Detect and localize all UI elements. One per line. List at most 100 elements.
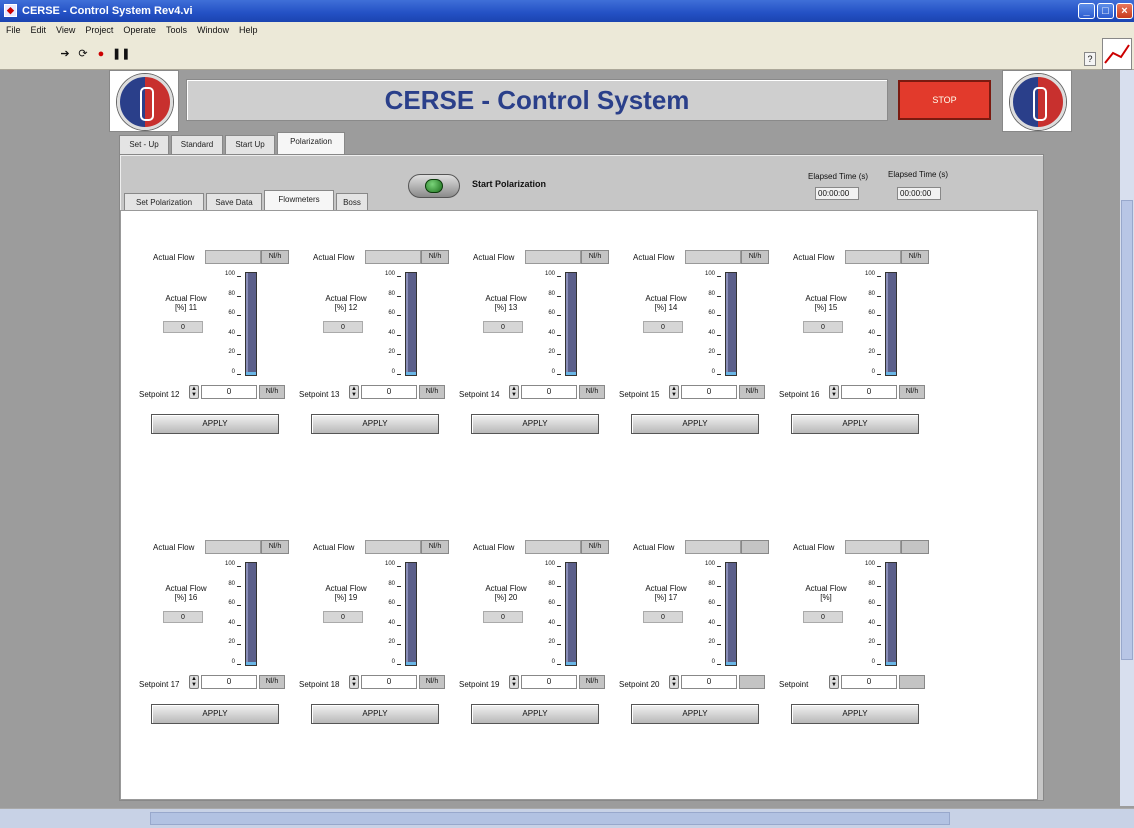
setpoint-input[interactable]: 0	[681, 675, 737, 689]
actual-flow-percent-value: 0	[163, 321, 203, 333]
apply-button[interactable]: APPLY	[791, 704, 919, 724]
actual-flow-percent-value: 0	[323, 321, 363, 333]
close-button[interactable]: ×	[1116, 3, 1133, 19]
menu-window[interactable]: Window	[197, 22, 229, 38]
setpoint-spinner[interactable]: ▲ ▼	[829, 385, 839, 399]
menu-file[interactable]: File	[6, 22, 21, 38]
actual-flow-percent-label: Actual Flow [%] 19	[325, 584, 367, 602]
setpoint-input[interactable]: 0	[201, 675, 257, 689]
scale-tick-label: 20	[859, 349, 881, 355]
flow-bar-fill	[886, 662, 896, 665]
setpoint-spinner[interactable]: ▲ ▼	[189, 385, 199, 399]
actual-flow-label: Actual Flow	[633, 543, 675, 552]
start-polarization-toggle[interactable]	[408, 174, 460, 198]
actual-flow-label: Actual Flow	[313, 253, 355, 262]
run-arrow-icon[interactable]: ➔	[58, 48, 72, 61]
actual-flow-percent-value: 0	[483, 321, 523, 333]
apply-button[interactable]: APPLY	[311, 704, 439, 724]
setpoint-spinner[interactable]: ▲ ▼	[829, 675, 839, 689]
maximize-button[interactable]: □	[1097, 3, 1114, 19]
actual-flow-percent-label: Actual Flow [%] 11	[165, 294, 207, 312]
tab-standard[interactable]: Standard	[171, 135, 223, 154]
flow-bar-fill	[726, 662, 736, 665]
setpoint-spinner[interactable]: ▲ ▼	[349, 385, 359, 399]
horizontal-scroll-thumb[interactable]	[150, 812, 950, 825]
menu-help[interactable]: Help	[239, 22, 258, 38]
actual-flow-display	[845, 250, 901, 264]
tab-polarization[interactable]: Polarization	[277, 132, 345, 154]
apply-button[interactable]: APPLY	[631, 704, 759, 724]
actual-flow-percent-label: Actual Flow [%] 13	[485, 294, 527, 312]
scale-tick-label: 80	[699, 581, 721, 587]
actual-flow-display	[205, 250, 261, 264]
scale-tick-label: 0	[379, 659, 401, 665]
setpoint-unit: Nl/h	[739, 385, 765, 399]
setpoint-spinner[interactable]: ▲ ▼	[669, 385, 679, 399]
actual-flow-percent-label: Actual Flow [%] 17	[645, 584, 687, 602]
apply-button[interactable]: APPLY	[631, 414, 759, 434]
menu-bar: File Edit View Project Operate Tools Win…	[0, 22, 1134, 38]
setpoint-input[interactable]: 0	[521, 675, 577, 689]
menu-edit[interactable]: Edit	[31, 22, 47, 38]
scale-tick-label: 60	[219, 600, 241, 606]
actual-flow-display	[525, 250, 581, 264]
scale-tick-label: 0	[699, 369, 721, 375]
apply-button[interactable]: APPLY	[471, 704, 599, 724]
scale-tick-label: 20	[379, 639, 401, 645]
scale-tick-label: 20	[699, 639, 721, 645]
vertical-scrollbar[interactable]	[1120, 70, 1134, 806]
tab-start-up[interactable]: Start Up	[225, 135, 275, 154]
toolbar: ➔ ⟳ ● ❚❚ ?	[0, 38, 1134, 70]
setpoint-input[interactable]: 0	[841, 385, 897, 399]
run-continuous-icon[interactable]: ⟳	[76, 48, 90, 61]
apply-button[interactable]: APPLY	[311, 414, 439, 434]
apply-button[interactable]: APPLY	[151, 704, 279, 724]
setpoint-unit	[899, 675, 925, 689]
setpoint-spinner[interactable]: ▲ ▼	[189, 675, 199, 689]
setpoint-input[interactable]: 0	[841, 675, 897, 689]
menu-project[interactable]: Project	[85, 22, 113, 38]
title-bar: ◆ CERSE - Control System Rev4.vi _ □ ×	[0, 0, 1134, 22]
actual-flow-label: Actual Flow	[473, 543, 515, 552]
vertical-scroll-thumb[interactable]	[1121, 200, 1133, 660]
tab-set-up[interactable]: Set - Up	[119, 135, 169, 154]
vi-icon	[1102, 38, 1132, 70]
setpoint-spinner[interactable]: ▲ ▼	[509, 675, 519, 689]
flow-bar-indicator	[725, 272, 737, 376]
flow-bar-indicator	[245, 272, 257, 376]
setpoint-input[interactable]: 0	[361, 675, 417, 689]
scale-tick-label: 100	[859, 271, 881, 277]
setpoint-input[interactable]: 0	[201, 385, 257, 399]
scale-tick-label: 80	[859, 581, 881, 587]
actual-flow-display	[685, 250, 741, 264]
setpoint-input[interactable]: 0	[361, 385, 417, 399]
setpoint-spinner[interactable]: ▲ ▼	[669, 675, 679, 689]
stop-button[interactable]: STOP	[898, 80, 991, 120]
apply-button[interactable]: APPLY	[151, 414, 279, 434]
setpoint-unit	[739, 675, 765, 689]
minimize-button[interactable]: _	[1078, 3, 1095, 19]
actual-flow-percent-label: Actual Flow [%] 16	[165, 584, 207, 602]
subtab-flowmeters[interactable]: Flowmeters	[264, 190, 334, 212]
abort-icon[interactable]: ●	[94, 48, 108, 61]
apply-button[interactable]: APPLY	[471, 414, 599, 434]
apply-button[interactable]: APPLY	[791, 414, 919, 434]
pause-icon[interactable]: ❚❚	[112, 48, 130, 61]
flow-bar-fill	[726, 372, 736, 375]
actual-flow-unit: Nl/h	[741, 250, 769, 264]
page-title: CERSE - Control System	[384, 85, 690, 115]
setpoint-spinner[interactable]: ▲ ▼	[349, 675, 359, 689]
menu-tools[interactable]: Tools	[166, 22, 187, 38]
actual-flow-display	[685, 540, 741, 554]
setpoint-unit: Nl/h	[419, 675, 445, 689]
menu-operate[interactable]: Operate	[123, 22, 156, 38]
scale-tick-label: 60	[539, 310, 561, 316]
setpoint-spinner[interactable]: ▲ ▼	[509, 385, 519, 399]
setpoint-input[interactable]: 0	[681, 385, 737, 399]
actual-flow-display	[845, 540, 901, 554]
setpoint-input[interactable]: 0	[521, 385, 577, 399]
menu-view[interactable]: View	[56, 22, 75, 38]
context-help-button[interactable]: ?	[1084, 52, 1096, 66]
scale-tick-label: 60	[379, 310, 401, 316]
horizontal-scrollbar[interactable]	[0, 808, 1134, 828]
